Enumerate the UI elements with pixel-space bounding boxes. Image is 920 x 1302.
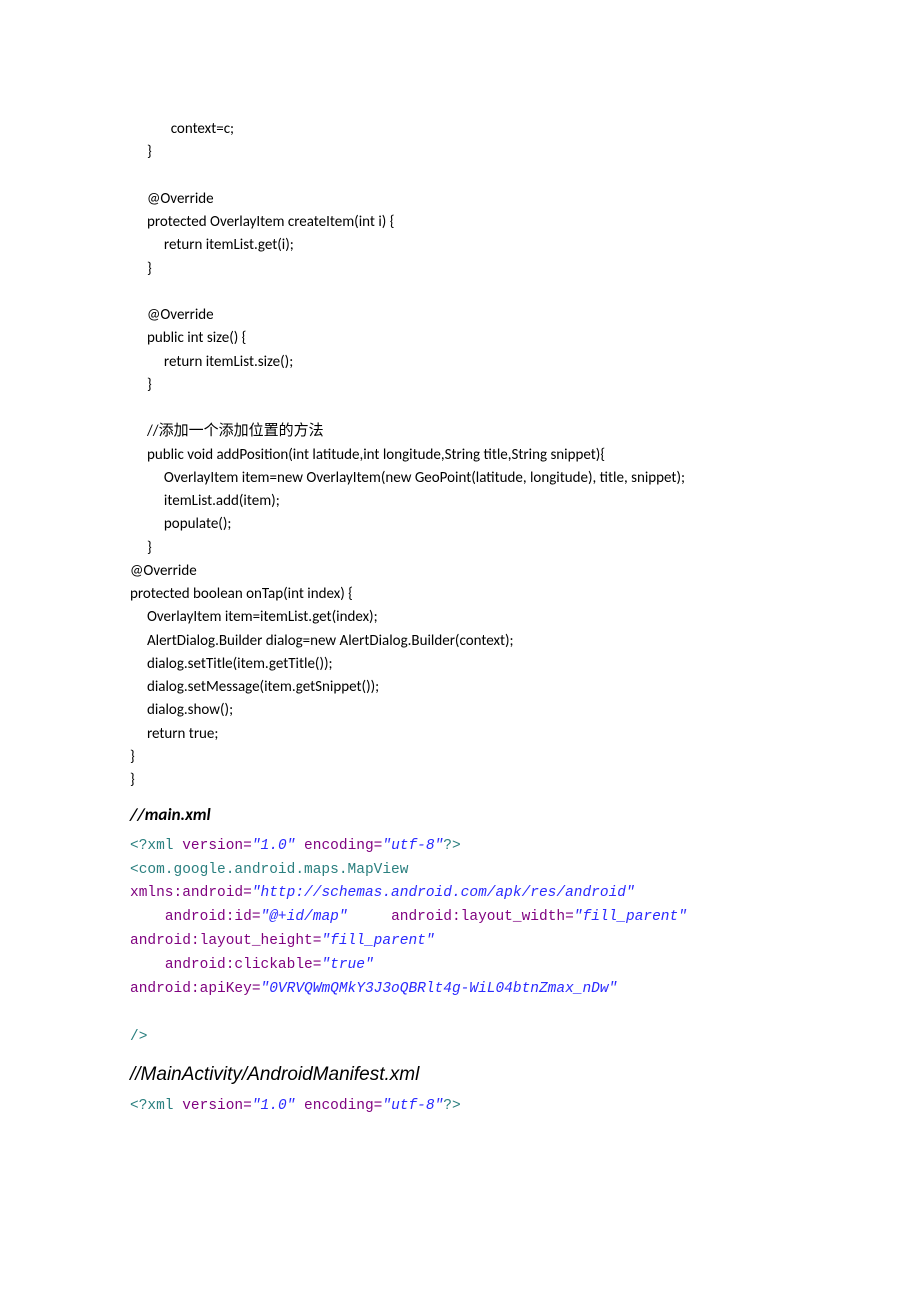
code-line: }: [130, 143, 152, 161]
code-line: dialog.setTitle(item.getTitle());: [130, 655, 333, 673]
xml-indent: [130, 909, 165, 925]
code-line: protected OverlayItem createItem(int i) …: [130, 213, 394, 231]
main-xml-code-block: <?xml version="1.0" encoding="utf-8"?> <…: [130, 835, 790, 1050]
code-line: @Override: [130, 562, 197, 580]
code-line: dialog.setMessage(item.getSnippet());: [130, 678, 379, 696]
xml-spaces: [348, 909, 392, 925]
code-line: //添加一个添加位置的方法: [130, 422, 324, 440]
xml-attr: android:layout_height=: [130, 933, 321, 949]
main-xml-heading: //main.xml: [130, 802, 790, 828]
xml-pi-open: <?: [130, 838, 147, 854]
xml-value: "utf-8": [382, 838, 443, 854]
xml-value: "0VRVQWmQMkY3J3oQBRlt4g-WiL04btnZmax_nDw…: [261, 981, 618, 997]
code-line: itemList.add(item);: [130, 492, 280, 510]
code-line: @Override: [130, 306, 214, 324]
xml-pi-name: xml: [147, 838, 173, 854]
xml-tag-open: <: [130, 862, 139, 878]
xml-pi-open: <?: [130, 1098, 147, 1114]
code-line: dialog.show();: [130, 701, 233, 719]
code-line: }: [130, 260, 152, 278]
code-line: AlertDialog.Builder dialog=new AlertDial…: [130, 632, 514, 650]
xml-value: "utf-8": [382, 1098, 443, 1114]
xml-value: "@+id/map": [261, 909, 348, 925]
code-line: return itemList.get(i);: [130, 236, 294, 254]
xml-tag-name: com.google.android.maps.MapView: [139, 862, 409, 878]
code-line: public void addPosition(int latitude,int…: [130, 446, 605, 464]
code-line: return itemList.size();: [130, 353, 293, 371]
code-line: }: [130, 748, 135, 766]
xml-attr: android:layout_width=: [391, 909, 574, 925]
code-line: }: [130, 771, 135, 789]
code-line: return true;: [130, 725, 218, 743]
xml-attr: encoding=: [295, 838, 382, 854]
xml-tag-close: />: [130, 1029, 147, 1045]
xml-attr: android:clickable=: [165, 957, 322, 973]
xml-attr: android:id=: [165, 909, 261, 925]
xml-value: "true": [321, 957, 373, 973]
code-line: OverlayItem item=itemList.get(index);: [130, 608, 378, 626]
code-line: protected boolean onTap(int index) {: [130, 585, 353, 603]
xml-indent: [130, 957, 165, 973]
code-line: public int size() {: [130, 329, 246, 347]
xml-pi-name: xml: [147, 1098, 173, 1114]
xml-value: "1.0": [252, 838, 296, 854]
xml-attr: encoding=: [295, 1098, 382, 1114]
code-line: }: [130, 539, 152, 557]
xml-value: "fill_parent": [574, 909, 687, 925]
xml-value: "fill_parent": [321, 933, 434, 949]
code-line: OverlayItem item=new OverlayItem(new Geo…: [130, 469, 685, 487]
java-code-block: context=c; } @Override protected Overlay…: [130, 118, 790, 792]
code-line: }: [130, 376, 152, 394]
xml-value: "1.0": [252, 1098, 296, 1114]
manifest-xml-code-block: <?xml version="1.0" encoding="utf-8"?>: [130, 1095, 790, 1119]
code-line: context=c;: [130, 120, 234, 138]
xml-value: "http://schemas.android.com/apk/res/andr…: [252, 885, 635, 901]
manifest-heading: //MainActivity/AndroidManifest.xml: [130, 1060, 790, 1089]
xml-attr: version=: [174, 1098, 252, 1114]
xml-attr: xmlns:android=: [130, 885, 252, 901]
code-line: @Override: [130, 190, 214, 208]
xml-pi-close: ?>: [443, 1098, 460, 1114]
xml-attr: android:apiKey=: [130, 981, 261, 997]
xml-pi-close: ?>: [443, 838, 460, 854]
code-line: populate();: [130, 515, 231, 533]
xml-attr: version=: [174, 838, 252, 854]
